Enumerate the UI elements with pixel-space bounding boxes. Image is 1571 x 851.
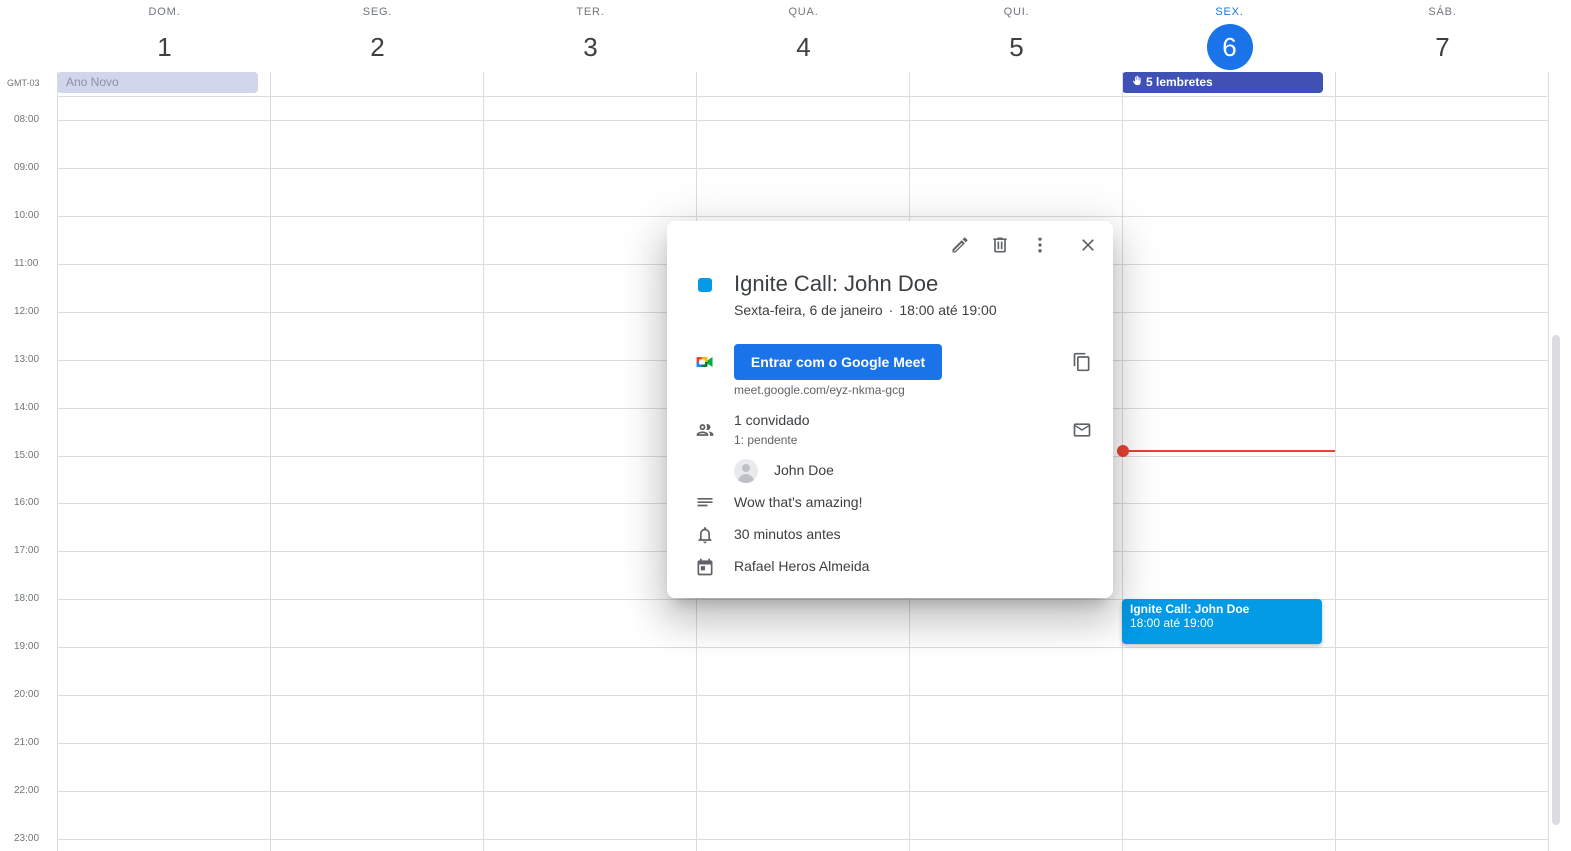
column-divider: [483, 72, 484, 851]
guest-name[interactable]: John Doe: [774, 462, 834, 478]
calendar-icon: [694, 556, 716, 578]
day-name: QUI.: [1003, 6, 1030, 18]
pencil-icon: [952, 237, 968, 253]
event-time-range: 18:00 até 19:00: [899, 302, 997, 318]
day-number[interactable]: 7: [1420, 24, 1466, 70]
hour-label: 11:00: [14, 258, 39, 269]
google-meet-icon: [694, 351, 716, 373]
event-color-swatch: [698, 278, 712, 292]
hour-label: 19:00: [14, 641, 40, 652]
popup-event-datetime: Sexta-feira, 6 de janeiro · 18:00 até 19:0…: [734, 302, 997, 318]
day-name: SEG.: [362, 6, 393, 18]
hour-line: [57, 743, 1549, 744]
mail-icon: [1073, 423, 1091, 437]
day-header-fri-today[interactable]: SEX. 6: [1123, 0, 1336, 72]
hour-line: [57, 216, 1549, 217]
current-time-dot: [1117, 445, 1129, 457]
day-name: QUA.: [788, 6, 819, 18]
calendar-event[interactable]: Ignite Call: John Doe 18:00 até 19:00: [1122, 599, 1322, 644]
day-number[interactable]: 5: [994, 24, 1040, 70]
hour-label: 23:00: [14, 833, 40, 844]
hour-label: 20:00: [14, 689, 40, 700]
day-name: SEX.: [1215, 6, 1244, 18]
hour-label: 10:00: [14, 210, 40, 221]
hour-label: 17:00: [14, 545, 40, 556]
separator-dot: ·: [888, 302, 894, 318]
more-options-button[interactable]: [1028, 233, 1052, 257]
hour-label: 09:00: [14, 162, 40, 173]
trash-icon: [993, 237, 1007, 253]
guests-status: 1: pendente: [734, 433, 798, 447]
all-day-divider: [57, 96, 1547, 97]
day-number[interactable]: 2: [355, 24, 401, 70]
day-header-thu[interactable]: QUI. 5: [910, 0, 1123, 72]
email-guests-button[interactable]: [1070, 418, 1094, 442]
copy-icon: [1073, 352, 1090, 372]
hour-line: [57, 599, 1549, 600]
join-google-meet-button[interactable]: Entrar com o Google Meet: [734, 344, 942, 380]
day-name: TER.: [576, 6, 605, 18]
event-reminder: 30 minutos antes: [734, 526, 841, 542]
column-divider: [1548, 72, 1549, 851]
hour-line: [57, 839, 1549, 840]
guests-count: 1 convidado: [734, 412, 810, 428]
hour-label: 15:00: [14, 450, 40, 461]
hour-line: [57, 695, 1549, 696]
day-header-sun[interactable]: DOM. 1: [58, 0, 271, 72]
hour-line: [57, 120, 1549, 121]
day-name: SÁB.: [1428, 6, 1457, 18]
day-number[interactable]: 1: [142, 24, 188, 70]
current-time-line: [1122, 450, 1335, 452]
copy-link-button[interactable]: [1070, 350, 1094, 374]
hour-label: 18:00: [14, 593, 40, 604]
hour-line: [57, 791, 1549, 792]
day-number[interactable]: 6: [1206, 24, 1253, 70]
day-name: DOM.: [148, 6, 181, 18]
reminders-chip[interactable]: 5 lembretes: [1122, 72, 1323, 93]
bell-icon: [694, 524, 716, 546]
day-header-mon[interactable]: SEG. 2: [271, 0, 484, 72]
avatar-head: [742, 464, 750, 472]
edit-button[interactable]: [948, 233, 972, 257]
column-divider: [57, 72, 58, 851]
hour-line: [57, 168, 1549, 169]
hour-label: 08:00: [14, 114, 40, 125]
close-icon: [1082, 239, 1094, 251]
popup-event-title: Ignite Call: John Doe: [734, 271, 939, 296]
day-number[interactable]: 4: [781, 24, 827, 70]
delete-button[interactable]: [988, 233, 1012, 257]
event-details-popup: Ignite Call: John Doe Sexta-feira, 6 de …: [667, 221, 1113, 598]
reminders-label: 5 lembretes: [1146, 75, 1213, 89]
day-header-tue[interactable]: TER. 3: [484, 0, 697, 72]
people-icon: [694, 419, 716, 441]
event-title: Ignite Call: John Doe: [1130, 602, 1250, 616]
hour-label: 14:00: [14, 402, 40, 413]
description-icon: [694, 492, 716, 514]
event-time: 18:00 até 19:00: [1130, 616, 1214, 630]
reminder-hand-icon: [1131, 72, 1142, 93]
more-vert-icon: [1038, 237, 1042, 253]
timezone-label: GMT-03: [7, 78, 40, 88]
day-header-sat[interactable]: SÁB. 7: [1336, 0, 1549, 72]
close-button[interactable]: [1076, 233, 1100, 257]
hour-label: 12:00: [14, 306, 40, 317]
vertical-scrollbar[interactable]: [1552, 335, 1560, 825]
avatar-body: [738, 474, 754, 483]
event-description: Wow that's amazing!: [734, 494, 863, 510]
meet-link[interactable]: meet.google.com/eyz-nkma-gcg: [734, 383, 905, 397]
calendar-owner: Rafael Heros Almeida: [734, 558, 870, 574]
event-date: Sexta-feira, 6 de janeiro: [734, 302, 883, 318]
holiday-chip[interactable]: Ano Novo: [57, 72, 258, 93]
column-divider: [1335, 72, 1336, 851]
hour-label: 13:00: [14, 354, 40, 365]
hour-line: [57, 647, 1549, 648]
guest-avatar[interactable]: [734, 459, 758, 483]
day-number[interactable]: 3: [568, 24, 614, 70]
hour-label: 16:00: [14, 497, 40, 508]
hour-label: 21:00: [14, 737, 40, 748]
column-divider: [270, 72, 271, 851]
column-divider: [1122, 72, 1123, 851]
day-header-wed[interactable]: QUA. 4: [697, 0, 910, 72]
hour-label: 22:00: [14, 785, 40, 796]
